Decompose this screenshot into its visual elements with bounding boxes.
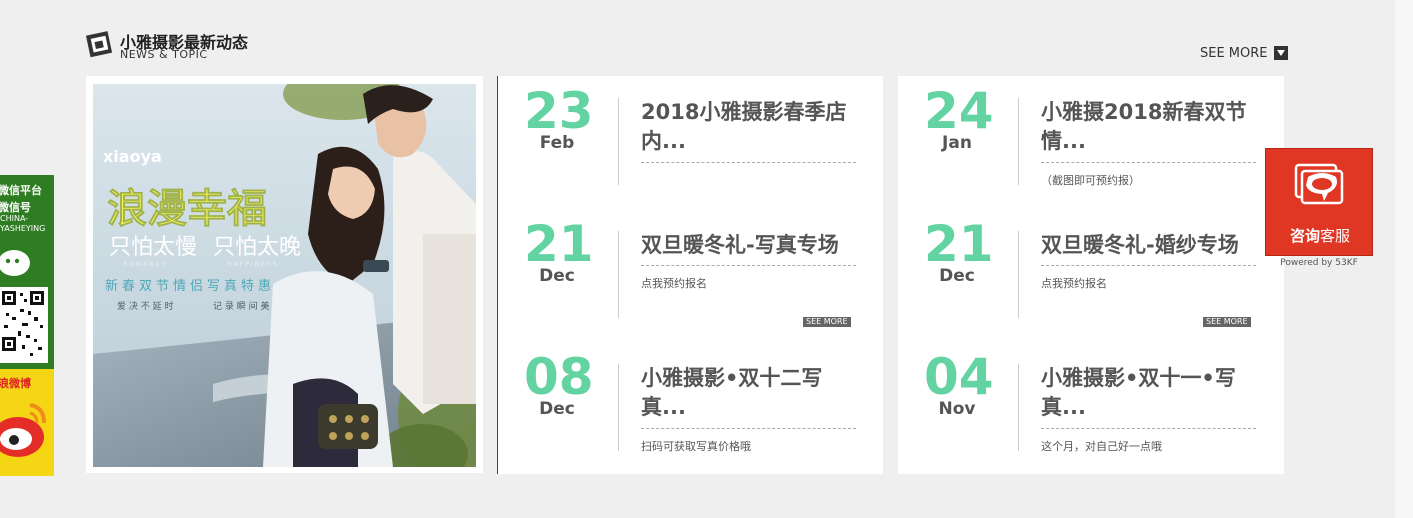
weibo-panel[interactable]: 浪微博: [0, 369, 54, 476]
news-item[interactable]: 21 Dec 双旦暖冬礼-婚纱专场点我预约报名 SEE MORE: [898, 209, 1284, 342]
news-day: 24: [924, 82, 994, 140]
wechat-panel[interactable]: 微信平台 微信号 CHINA-YASHEYING: [0, 175, 54, 369]
see-more-label: SEE MORE: [1200, 45, 1268, 61]
feature-promo-text: 新春双节情侣写真特惠: [105, 278, 275, 294]
news-month: Feb: [539, 133, 575, 153]
feature-image-card[interactable]: xiaoya 浪漫幸福 只怕太慢 只怕太晚 ROMANCE HAPPINESS …: [86, 76, 483, 473]
news-day: 21: [524, 215, 594, 273]
feature-promo-image: xiaoya 浪漫幸福 只怕太慢 只怕太晚 ROMANCE HAPPINESS …: [93, 84, 476, 467]
news-day: 21: [924, 215, 994, 273]
news-month: Nov: [938, 399, 976, 419]
wechat-id: CHINA-YASHEYING: [0, 214, 46, 233]
news-description: 这个月，对自己好一点哦: [1041, 440, 1162, 453]
news-see-more-button[interactable]: SEE MORE: [1203, 317, 1251, 327]
news-day: 04: [924, 348, 994, 406]
news-title[interactable]: 2018小雅摄影春季店内...: [641, 98, 861, 156]
news-title[interactable]: 双旦暖冬礼-写真专场: [641, 231, 861, 260]
chevron-down-icon: [1273, 46, 1288, 60]
news-divider: [1018, 364, 1019, 451]
feature-tag-left: 只怕太慢: [109, 235, 197, 260]
news-dashed-separator: [1041, 428, 1256, 429]
news-item[interactable]: 24 Jan 小雅摄2018新春双节情... （截图即可预约报）: [898, 76, 1284, 209]
wechat-label: 微信平台: [0, 184, 42, 197]
news-dashed-separator: [641, 162, 856, 163]
news-description: （截图即可预约报）: [1041, 174, 1140, 187]
news-list-right: 24 Jan 小雅摄2018新春双节情... （截图即可预约报） 21 Dec 双旦暖冬礼-…: [898, 76, 1284, 474]
feature-headline: 浪漫幸福: [107, 186, 267, 232]
chat-bubble-icon: [1294, 163, 1344, 205]
consult-label-bold: 咨询: [1289, 227, 1320, 245]
news-title[interactable]: 小雅摄2018新春双节情...: [1041, 98, 1261, 156]
news-list-left: 23 Feb 2018小雅摄影春季店内... 21 Dec 双旦暖冬礼-写真专场 点我预约报…: [497, 76, 883, 474]
consult-service-button[interactable]: 咨询客服: [1265, 148, 1373, 256]
feature-tag-right-en: HAPPINESS: [227, 261, 279, 268]
consult-label: 咨询客服: [1266, 225, 1374, 246]
news-section-icon: [86, 31, 113, 58]
feature-tag-right: 只怕太晚: [213, 235, 301, 260]
news-description: 扫码可获取写真价格哦: [641, 440, 751, 453]
news-day: 08: [524, 348, 594, 406]
feature-logo-text: xiaoya: [103, 147, 162, 166]
news-title[interactable]: 小雅摄影•双十一•写真...: [1041, 364, 1261, 422]
news-title[interactable]: 双旦暖冬礼-婚纱专场: [1041, 231, 1261, 260]
news-month: Dec: [939, 266, 975, 286]
wechat-icon: [0, 250, 30, 276]
news-title[interactable]: 小雅摄影•双十二写真...: [641, 364, 861, 422]
news-description: 点我预约报名: [1041, 277, 1107, 290]
wechat-qr-code: [0, 287, 48, 363]
news-dashed-separator: [1041, 162, 1256, 163]
feature-slogan-left: 爱 决 不 延 时: [117, 300, 173, 312]
news-see-more-button[interactable]: SEE MORE: [803, 317, 851, 327]
news-item[interactable]: 08 Dec 小雅摄影•双十二写真... 扫码可获取写真价格哦: [498, 342, 884, 475]
section-subtitle: NEWS & TOPIC: [120, 48, 208, 61]
social-float-widget: 微信平台 微信号 CHINA-YASHEYING 浪微博: [0, 175, 54, 476]
news-item[interactable]: 04 Nov 小雅摄影•双十一•写真... 这个月，对自己好一点哦: [898, 342, 1284, 475]
news-item[interactable]: 23 Feb 2018小雅摄影春季店内...: [498, 76, 884, 209]
wechat-id-label: 微信号: [0, 201, 31, 214]
page-right-edge: [1395, 0, 1413, 518]
news-divider: [1018, 231, 1019, 318]
news-month: Jan: [942, 133, 972, 153]
news-description: 点我预约报名: [641, 277, 707, 290]
news-month: Dec: [539, 399, 575, 419]
weibo-label: 浪微博: [0, 377, 31, 390]
powered-by-text: Powered by 53KF: [1280, 258, 1358, 268]
news-divider: [1018, 98, 1019, 185]
news-divider: [618, 231, 619, 318]
consult-label-rest: 客服: [1320, 227, 1351, 245]
news-month: Dec: [539, 266, 575, 286]
news-day: 23: [524, 82, 594, 140]
news-dashed-separator: [1041, 265, 1256, 266]
see-more-link[interactable]: SEE MORE: [1200, 45, 1288, 61]
feature-slogan-right: 记 录 瞬 间 美: [213, 300, 269, 312]
news-divider: [618, 98, 619, 185]
news-dashed-separator: [641, 428, 856, 429]
news-divider: [618, 364, 619, 451]
weibo-icon: [0, 403, 46, 457]
feature-tag-left-en: ROMANCE: [123, 261, 168, 268]
news-item[interactable]: 21 Dec 双旦暖冬礼-写真专场点我预约报名 SEE MORE: [498, 209, 884, 342]
news-dashed-separator: [641, 265, 856, 266]
